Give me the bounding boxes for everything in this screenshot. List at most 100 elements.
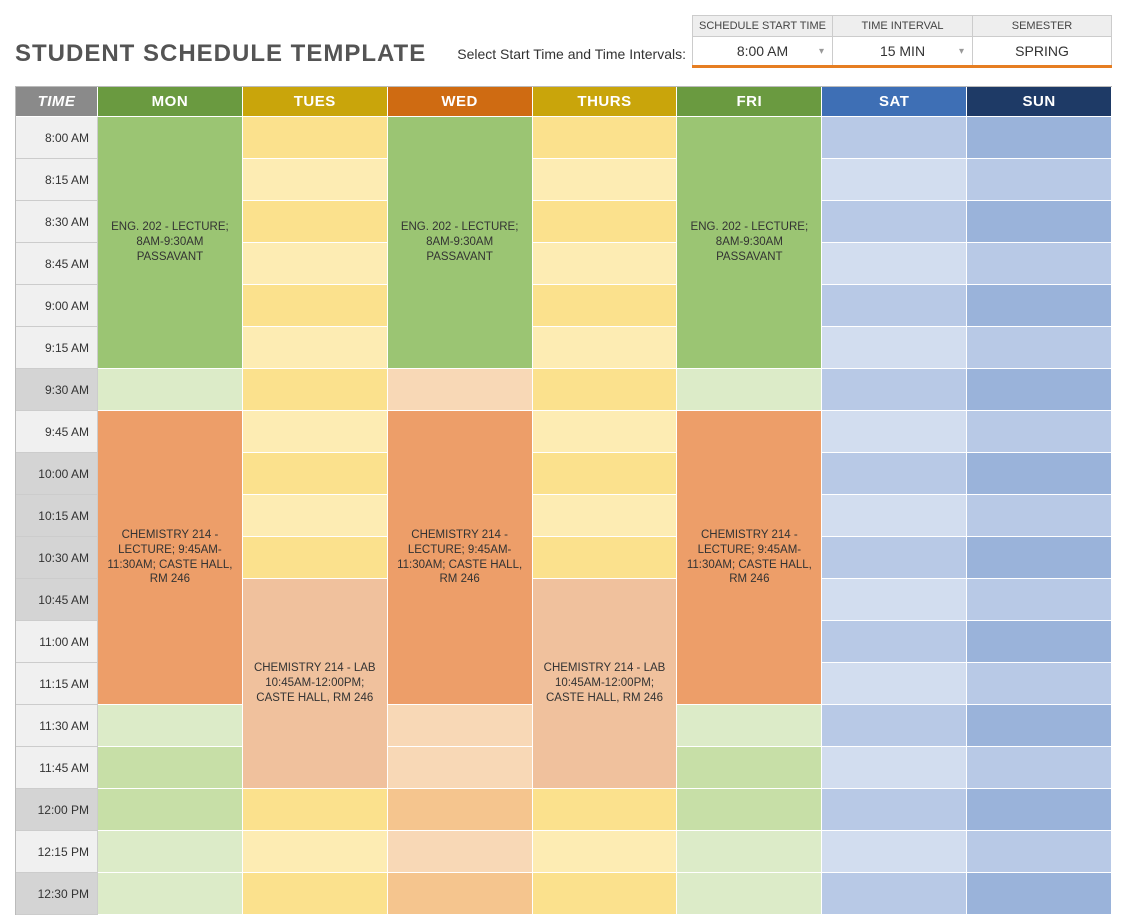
cell[interactable] bbox=[243, 873, 388, 915]
cell[interactable] bbox=[967, 495, 1112, 537]
cell[interactable] bbox=[677, 705, 822, 747]
cell[interactable] bbox=[243, 369, 388, 411]
cell[interactable] bbox=[822, 369, 967, 411]
cell[interactable] bbox=[967, 621, 1112, 663]
event-chem214lab-thu[interactable]: CHEMISTRY 214 - LAB 10:45AM-12:00PM; CAS… bbox=[533, 579, 678, 789]
cell[interactable] bbox=[243, 495, 388, 537]
cell[interactable] bbox=[967, 117, 1112, 159]
cell[interactable] bbox=[243, 243, 388, 285]
cell[interactable] bbox=[243, 327, 388, 369]
cell[interactable] bbox=[243, 285, 388, 327]
cell[interactable] bbox=[533, 495, 678, 537]
cell[interactable] bbox=[243, 453, 388, 495]
cell[interactable] bbox=[822, 663, 967, 705]
cell[interactable] bbox=[533, 201, 678, 243]
cell[interactable] bbox=[822, 747, 967, 789]
controls-prompt: Select Start Time and Time Intervals: bbox=[457, 46, 686, 68]
col-header-time: TIME bbox=[16, 87, 98, 117]
cell[interactable] bbox=[533, 327, 678, 369]
cell[interactable] bbox=[967, 327, 1112, 369]
cell[interactable] bbox=[822, 621, 967, 663]
cell[interactable] bbox=[388, 789, 533, 831]
cell[interactable] bbox=[533, 369, 678, 411]
cell[interactable] bbox=[388, 369, 533, 411]
cell[interactable] bbox=[533, 873, 678, 915]
cell[interactable] bbox=[677, 831, 822, 873]
cell[interactable] bbox=[967, 579, 1112, 621]
cell[interactable] bbox=[822, 579, 967, 621]
cell[interactable] bbox=[533, 159, 678, 201]
cell[interactable] bbox=[243, 411, 388, 453]
event-chem214lab-tue[interactable]: CHEMISTRY 214 - LAB 10:45AM-12:00PM; CAS… bbox=[243, 579, 388, 789]
event-chem214-fri[interactable]: CHEMISTRY 214 - LECTURE; 9:45AM-11:30AM;… bbox=[677, 411, 822, 705]
cell[interactable] bbox=[533, 537, 678, 579]
cell[interactable] bbox=[822, 117, 967, 159]
cell[interactable] bbox=[533, 243, 678, 285]
cell[interactable] bbox=[967, 201, 1112, 243]
cell[interactable] bbox=[822, 285, 967, 327]
cell[interactable] bbox=[243, 117, 388, 159]
interval-select[interactable]: 15 MIN ▾ bbox=[833, 37, 972, 65]
event-chem214-wed[interactable]: CHEMISTRY 214 - LECTURE; 9:45AM-11:30AM;… bbox=[388, 411, 533, 705]
cell[interactable] bbox=[822, 453, 967, 495]
event-eng202-wed[interactable]: ENG. 202 - LECTURE; 8AM-9:30AM PASSAVANT bbox=[388, 117, 533, 369]
cell[interactable] bbox=[967, 159, 1112, 201]
cell[interactable] bbox=[98, 747, 243, 789]
cell[interactable] bbox=[967, 789, 1112, 831]
cell[interactable] bbox=[243, 159, 388, 201]
cell[interactable] bbox=[822, 537, 967, 579]
cell[interactable] bbox=[533, 831, 678, 873]
cell[interactable] bbox=[967, 243, 1112, 285]
cell[interactable] bbox=[967, 411, 1112, 453]
cell[interactable] bbox=[967, 747, 1112, 789]
cell[interactable] bbox=[677, 747, 822, 789]
start-time-label: SCHEDULE START TIME bbox=[693, 15, 832, 37]
interval-value: 15 MIN bbox=[880, 43, 925, 59]
cell[interactable] bbox=[822, 411, 967, 453]
cell[interactable] bbox=[822, 159, 967, 201]
cell[interactable] bbox=[822, 831, 967, 873]
cell[interactable] bbox=[533, 411, 678, 453]
event-eng202-mon[interactable]: ENG. 202 - LECTURE; 8AM-9:30AM PASSAVANT bbox=[98, 117, 243, 369]
cell[interactable] bbox=[533, 789, 678, 831]
semester-field[interactable]: SPRING bbox=[973, 37, 1111, 65]
cell[interactable] bbox=[388, 873, 533, 915]
cell[interactable] bbox=[243, 537, 388, 579]
cell[interactable] bbox=[98, 705, 243, 747]
cell[interactable] bbox=[967, 873, 1112, 915]
cell[interactable] bbox=[98, 831, 243, 873]
cell[interactable] bbox=[822, 789, 967, 831]
cell[interactable] bbox=[822, 327, 967, 369]
cell[interactable] bbox=[967, 705, 1112, 747]
cell[interactable] bbox=[98, 789, 243, 831]
cell[interactable] bbox=[533, 117, 678, 159]
cell[interactable] bbox=[243, 201, 388, 243]
cell[interactable] bbox=[388, 747, 533, 789]
cell[interactable] bbox=[677, 873, 822, 915]
cell[interactable] bbox=[677, 789, 822, 831]
cell[interactable] bbox=[677, 369, 822, 411]
cell[interactable] bbox=[822, 243, 967, 285]
cell[interactable] bbox=[822, 873, 967, 915]
event-eng202-fri[interactable]: ENG. 202 - LECTURE; 8AM-9:30AM PASSAVANT bbox=[677, 117, 822, 369]
start-time-value: 8:00 AM bbox=[737, 43, 788, 59]
cell[interactable] bbox=[388, 831, 533, 873]
cell[interactable] bbox=[243, 831, 388, 873]
event-chem214-mon[interactable]: CHEMISTRY 214 - LECTURE; 9:45AM-11:30AM;… bbox=[98, 411, 243, 705]
cell[interactable] bbox=[967, 369, 1112, 411]
cell[interactable] bbox=[98, 873, 243, 915]
cell[interactable] bbox=[243, 789, 388, 831]
cell[interactable] bbox=[388, 705, 533, 747]
cell[interactable] bbox=[533, 285, 678, 327]
cell[interactable] bbox=[967, 831, 1112, 873]
cell[interactable] bbox=[967, 537, 1112, 579]
cell[interactable] bbox=[967, 663, 1112, 705]
cell[interactable] bbox=[967, 285, 1112, 327]
cell[interactable] bbox=[822, 705, 967, 747]
cell[interactable] bbox=[822, 495, 967, 537]
cell[interactable] bbox=[967, 453, 1112, 495]
cell[interactable] bbox=[822, 201, 967, 243]
start-time-select[interactable]: 8:00 AM ▾ bbox=[693, 37, 832, 65]
cell[interactable] bbox=[98, 369, 243, 411]
cell[interactable] bbox=[533, 453, 678, 495]
